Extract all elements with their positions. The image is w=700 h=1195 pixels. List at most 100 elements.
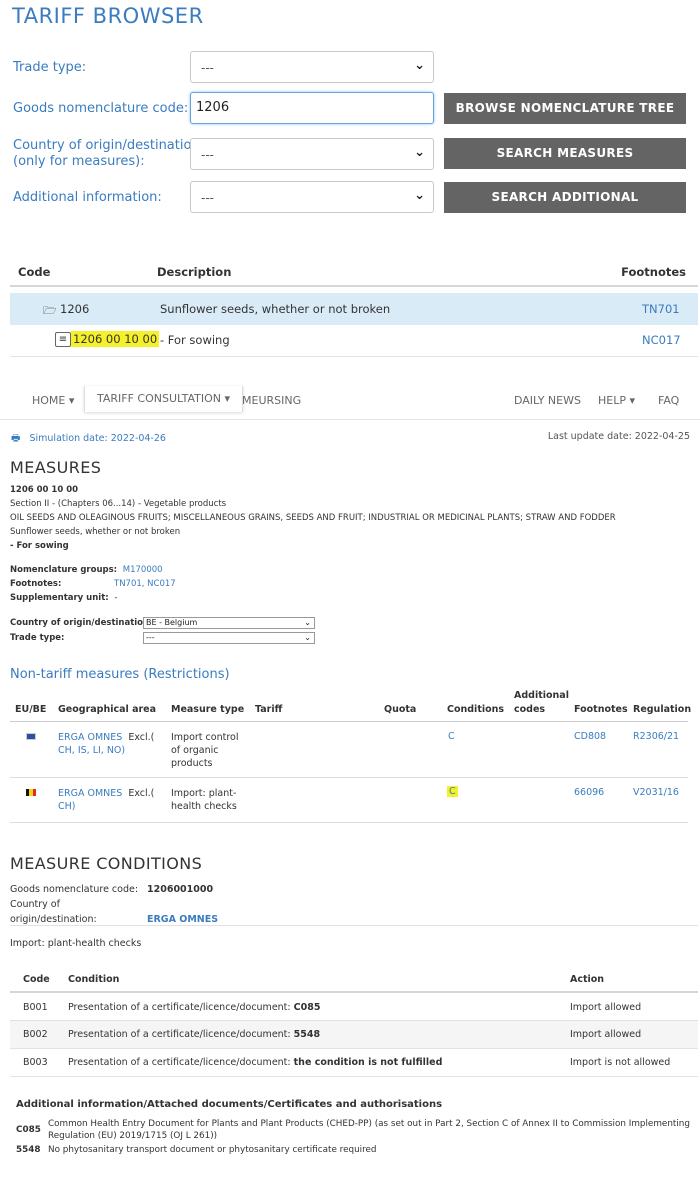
- mc-measure-type: Import: plant-health checks: [10, 938, 142, 949]
- browse-tree-button[interactable]: BROWSE NOMENCLATURE TREE: [444, 93, 686, 124]
- ntm-type: Import: plant-health checks: [171, 788, 237, 812]
- chevron-down-icon: ⌄: [414, 188, 425, 203]
- ntm-header-regulation: Regulation: [633, 704, 692, 715]
- ntm-row: ERGA OMNES Excl.( CH, IS, LI, NO) Import…: [10, 722, 688, 778]
- eu-flag-icon: [26, 733, 36, 740]
- mc-header-code: Code: [23, 974, 50, 985]
- trade-type-filter-select[interactable]: --- ⌄: [143, 632, 315, 644]
- ntm-header-footnotes: Footnotes: [574, 704, 628, 715]
- nav-help[interactable]: HELP ▾: [598, 394, 635, 407]
- nav-meursing[interactable]: MEURSING: [242, 394, 301, 407]
- mc-row-code: B002: [23, 1029, 48, 1040]
- country-label-line2: (only for measures):: [13, 154, 145, 169]
- caret-down-icon: ▾: [629, 394, 636, 407]
- ntm-header-conditions: Conditions: [447, 704, 505, 715]
- mc-row-action: Import allowed: [570, 1029, 642, 1040]
- goods-code-label: Goods nomenclature code:: [13, 101, 189, 116]
- country-label-line1: Country of origin/destination: [13, 138, 200, 153]
- mc-row-condition: Presentation of a certificate/licence/do…: [68, 1057, 443, 1068]
- ntm-regulation-link[interactable]: R2306/21: [633, 731, 679, 742]
- ntm-footnote-link[interactable]: 66096: [574, 787, 604, 798]
- nomenclature-groups-link[interactable]: M170000: [123, 565, 163, 575]
- ntm-geo: ERGA OMNES Excl.( CH): [58, 787, 154, 813]
- doc-description: Common Health Entry Document for Plants …: [48, 1119, 690, 1129]
- ntm-header-type: Measure type: [171, 704, 245, 715]
- ntm-condition-link[interactable]: C: [448, 731, 455, 742]
- search-measures-button[interactable]: SEARCH MEASURES: [444, 138, 686, 169]
- mc-table-header: Code Condition Action: [10, 966, 698, 993]
- tree-row-description: Sunflower seeds, whether or not broken: [160, 302, 391, 316]
- additional-info-title: Additional information/Attached document…: [16, 1099, 443, 1110]
- measure-heading: Sunflower seeds, whether or not broken: [10, 527, 181, 537]
- ntm-header-eubeh: EU/BE: [15, 704, 47, 715]
- doc-description: No phytosanitary transport document or p…: [48, 1145, 377, 1155]
- nav-faq[interactable]: FAQ: [658, 394, 679, 407]
- mc-meta: Goods nomenclature code: 1206001000 Count…: [10, 882, 218, 927]
- caret-down-icon: ▾: [224, 392, 231, 405]
- ntm-excl-link[interactable]: CH, IS, LI, NO): [58, 745, 125, 756]
- mc-row: B003 Presentation of a certificate/licen…: [10, 1049, 698, 1077]
- mc-row: B001 Presentation of a certificate/licen…: [10, 994, 698, 1021]
- mc-row-action: Import is not allowed: [570, 1057, 671, 1068]
- country-select[interactable]: --- ⌄: [190, 138, 434, 170]
- trade-type-value: ---: [201, 61, 214, 75]
- ntm-geo-link[interactable]: ERGA OMNES: [58, 788, 122, 799]
- doc-code: 5548: [16, 1145, 41, 1155]
- measure-conditions-title: MEASURE CONDITIONS: [10, 854, 203, 873]
- goods-code-input[interactable]: 1206: [190, 92, 434, 124]
- belgium-flag-icon: [26, 789, 36, 796]
- ntm-geo-link[interactable]: ERGA OMNES: [58, 732, 122, 743]
- trade-type-label: Trade type:: [13, 60, 87, 75]
- doc-item: 5548 No phytosanitary transport document…: [16, 1144, 696, 1156]
- tree-row-footnote[interactable]: TN701: [642, 302, 680, 316]
- country-filter-select[interactable]: BE - Belgium ⌄: [143, 617, 315, 629]
- chevron-down-icon: ⌄: [414, 145, 425, 160]
- additional-info-select[interactable]: --- ⌄: [190, 181, 434, 213]
- footnotes-label: Footnotes:: [10, 579, 62, 589]
- simulation-date[interactable]: 🖶 Simulation date: 2022-04-26: [11, 431, 166, 448]
- ntm-footnote-link[interactable]: CD808: [574, 731, 606, 742]
- trade-type-select[interactable]: --- ⌄: [190, 51, 434, 83]
- doc-item: C085 Common Health Entry Document for Pl…: [16, 1118, 696, 1142]
- chevron-down-icon: ⌄: [304, 633, 311, 642]
- measures-meta: Nomenclature groups: M170000 Footnotes: T…: [10, 563, 176, 605]
- nav-tariff-consultation[interactable]: TARIFF CONSULTATION ▾: [84, 386, 244, 412]
- ntm-header-additional: Additional: [514, 690, 569, 701]
- ntm-condition-link[interactable]: C: [447, 786, 458, 797]
- nav-home[interactable]: HOME ▾: [32, 394, 74, 407]
- printer-icon[interactable]: 🖶: [11, 433, 20, 444]
- tree-row-code[interactable]: 1206: [60, 302, 89, 316]
- search-additional-button[interactable]: SEARCH ADDITIONAL INFORMATION: [444, 182, 686, 235]
- last-update-date: Last update date: 2022-04-25: [547, 431, 690, 442]
- footnotes-links[interactable]: TN701, NC017: [114, 579, 176, 589]
- tree-row-code[interactable]: 1206 00 10 00: [71, 331, 160, 347]
- ntm-header-tariff: Tariff: [255, 704, 283, 715]
- tree-row[interactable]: ≡ 1206 00 10 00 - For sowing NC017: [10, 325, 698, 357]
- country-value: ---: [201, 148, 214, 162]
- ntm-header-geo: Geographical area: [58, 704, 157, 715]
- tree-row-footnote[interactable]: NC017: [642, 333, 681, 347]
- caret-down-icon: ▾: [68, 394, 75, 407]
- ntm-regulation-link[interactable]: V2031/16: [633, 787, 679, 798]
- mc-row: B002 Presentation of a certificate/licen…: [10, 1021, 698, 1049]
- ntm-geo: ERGA OMNES Excl.( CH, IS, LI, NO): [58, 731, 154, 757]
- measures-title: MEASURES: [10, 458, 102, 477]
- mc-country-link[interactable]: ERGA OMNES: [147, 914, 218, 925]
- ntm-header: EU/BE Geographical area Measure type Tar…: [10, 688, 692, 722]
- ntm-header-codes: codes: [514, 704, 546, 715]
- tree-header-code: Code: [18, 265, 51, 279]
- doc-description: Regulation (EU) 2019/1715 (OJ L 261)): [48, 1131, 218, 1141]
- ntm-header-quota: Quota: [384, 704, 417, 715]
- measure-section: Section II - (Chapters 06...14) - Vegeta…: [10, 499, 227, 509]
- tree-row-description: - For sowing: [160, 333, 230, 347]
- supplementary-unit-label: Supplementary unit:: [10, 593, 109, 603]
- top-nav: HOME ▾ TARIFF CONSULTATION ▾ MEURSING DA…: [0, 386, 700, 420]
- nav-daily-news[interactable]: DAILY NEWS: [514, 394, 581, 407]
- mc-country-label: Country of origin/destination:: [10, 899, 97, 925]
- mc-row-action: Import allowed: [570, 1002, 642, 1013]
- tree-row[interactable]: 🗁 1206 Sunflower seeds, whether or not b…: [10, 293, 698, 325]
- ntm-excl-link[interactable]: CH): [58, 801, 75, 812]
- ntm-type: Import control of organic products: [171, 732, 239, 769]
- mc-goods-value: 1206001000: [147, 884, 214, 895]
- folder-open-icon: 🗁: [43, 304, 57, 317]
